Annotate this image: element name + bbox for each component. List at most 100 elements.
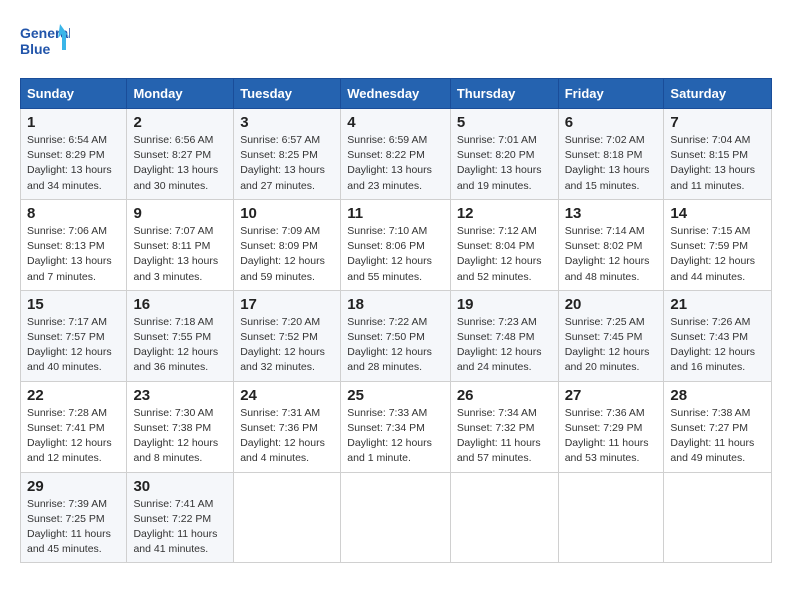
calendar-cell: 17 Sunrise: 7:20 AM Sunset: 7:52 PM Dayli… xyxy=(234,290,341,381)
day-info: Sunrise: 6:59 AM Sunset: 8:22 PM Dayligh… xyxy=(347,133,444,194)
day-number: 6 xyxy=(565,114,658,131)
calendar-cell: 3 Sunrise: 6:57 AM Sunset: 8:25 PM Daylig… xyxy=(234,109,341,200)
day-number: 25 xyxy=(347,387,444,404)
day-info: Sunrise: 7:02 AM Sunset: 8:18 PM Dayligh… xyxy=(565,133,658,194)
day-info: Sunrise: 6:57 AM Sunset: 8:25 PM Dayligh… xyxy=(240,133,334,194)
day-number: 29 xyxy=(27,478,120,495)
day-info: Sunrise: 7:36 AM Sunset: 7:29 PM Dayligh… xyxy=(565,406,658,467)
calendar-cell: 29 Sunrise: 7:39 AM Sunset: 7:25 PM Dayli… xyxy=(21,472,127,563)
day-info: Sunrise: 7:20 AM Sunset: 7:52 PM Dayligh… xyxy=(240,315,334,376)
day-info: Sunrise: 7:41 AM Sunset: 7:22 PM Dayligh… xyxy=(133,497,227,558)
day-number: 12 xyxy=(457,205,552,222)
calendar-table: SundayMondayTuesdayWednesdayThursdayFrid… xyxy=(20,78,772,563)
col-header-tuesday: Tuesday xyxy=(234,79,341,109)
calendar-cell xyxy=(234,472,341,563)
calendar-cell: 2 Sunrise: 6:56 AM Sunset: 8:27 PM Daylig… xyxy=(127,109,234,200)
day-info: Sunrise: 7:07 AM Sunset: 8:11 PM Dayligh… xyxy=(133,224,227,285)
day-info: Sunrise: 7:12 AM Sunset: 8:04 PM Dayligh… xyxy=(457,224,552,285)
day-number: 28 xyxy=(670,387,765,404)
day-info: Sunrise: 7:22 AM Sunset: 7:50 PM Dayligh… xyxy=(347,315,444,376)
logo: General Blue xyxy=(20,20,70,62)
calendar-cell: 18 Sunrise: 7:22 AM Sunset: 7:50 PM Dayli… xyxy=(341,290,451,381)
day-number: 4 xyxy=(347,114,444,131)
day-info: Sunrise: 7:34 AM Sunset: 7:32 PM Dayligh… xyxy=(457,406,552,467)
calendar-cell: 20 Sunrise: 7:25 AM Sunset: 7:45 PM Dayli… xyxy=(558,290,664,381)
calendar-cell: 28 Sunrise: 7:38 AM Sunset: 7:27 PM Dayli… xyxy=(664,381,772,472)
calendar-cell: 23 Sunrise: 7:30 AM Sunset: 7:38 PM Dayli… xyxy=(127,381,234,472)
calendar-cell: 24 Sunrise: 7:31 AM Sunset: 7:36 PM Dayli… xyxy=(234,381,341,472)
day-number: 1 xyxy=(27,114,120,131)
day-info: Sunrise: 7:31 AM Sunset: 7:36 PM Dayligh… xyxy=(240,406,334,467)
col-header-monday: Monday xyxy=(127,79,234,109)
day-number: 11 xyxy=(347,205,444,222)
calendar-cell: 5 Sunrise: 7:01 AM Sunset: 8:20 PM Daylig… xyxy=(450,109,558,200)
day-number: 3 xyxy=(240,114,334,131)
calendar-cell: 11Sunrise: 7:10 AM Sunset: 8:06 PM Dayli… xyxy=(341,199,451,290)
day-number: 19 xyxy=(457,296,552,313)
calendar-header-row: SundayMondayTuesdayWednesdayThursdayFrid… xyxy=(21,79,772,109)
col-header-sunday: Sunday xyxy=(21,79,127,109)
day-info: Sunrise: 7:23 AM Sunset: 7:48 PM Dayligh… xyxy=(457,315,552,376)
day-number: 9 xyxy=(133,205,227,222)
day-number: 21 xyxy=(670,296,765,313)
calendar-cell: 21 Sunrise: 7:26 AM Sunset: 7:43 PM Dayli… xyxy=(664,290,772,381)
day-info: Sunrise: 7:26 AM Sunset: 7:43 PM Dayligh… xyxy=(670,315,765,376)
calendar-cell: 13Sunrise: 7:14 AM Sunset: 8:02 PM Dayli… xyxy=(558,199,664,290)
day-number: 17 xyxy=(240,296,334,313)
day-info: Sunrise: 7:39 AM Sunset: 7:25 PM Dayligh… xyxy=(27,497,120,558)
calendar-cell xyxy=(558,472,664,563)
calendar-cell: 30 Sunrise: 7:41 AM Sunset: 7:22 PM Dayli… xyxy=(127,472,234,563)
calendar-cell: 16 Sunrise: 7:18 AM Sunset: 7:55 PM Dayli… xyxy=(127,290,234,381)
page-header: General Blue xyxy=(20,20,772,62)
day-number: 24 xyxy=(240,387,334,404)
day-number: 2 xyxy=(133,114,227,131)
day-info: Sunrise: 7:18 AM Sunset: 7:55 PM Dayligh… xyxy=(133,315,227,376)
calendar-cell: 4 Sunrise: 6:59 AM Sunset: 8:22 PM Daylig… xyxy=(341,109,451,200)
calendar-cell: 7Sunrise: 7:04 AM Sunset: 8:15 PM Daylig… xyxy=(664,109,772,200)
calendar-cell xyxy=(450,472,558,563)
day-info: Sunrise: 6:56 AM Sunset: 8:27 PM Dayligh… xyxy=(133,133,227,194)
day-number: 8 xyxy=(27,205,120,222)
day-number: 5 xyxy=(457,114,552,131)
calendar-cell: 22 Sunrise: 7:28 AM Sunset: 7:41 PM Dayli… xyxy=(21,381,127,472)
day-number: 18 xyxy=(347,296,444,313)
calendar-cell xyxy=(341,472,451,563)
calendar-cell: 19 Sunrise: 7:23 AM Sunset: 7:48 PM Dayli… xyxy=(450,290,558,381)
day-number: 16 xyxy=(133,296,227,313)
calendar-cell: 26Sunrise: 7:34 AM Sunset: 7:32 PM Dayli… xyxy=(450,381,558,472)
day-info: Sunrise: 7:06 AM Sunset: 8:13 PM Dayligh… xyxy=(27,224,120,285)
day-number: 7 xyxy=(670,114,765,131)
day-number: 20 xyxy=(565,296,658,313)
day-info: Sunrise: 7:17 AM Sunset: 7:57 PM Dayligh… xyxy=(27,315,120,376)
calendar-cell: 10 Sunrise: 7:09 AM Sunset: 8:09 PM Dayli… xyxy=(234,199,341,290)
day-info: Sunrise: 7:15 AM Sunset: 7:59 PM Dayligh… xyxy=(670,224,765,285)
day-number: 10 xyxy=(240,205,334,222)
calendar-week-row: 22 Sunrise: 7:28 AM Sunset: 7:41 PM Dayli… xyxy=(21,381,772,472)
day-number: 15 xyxy=(27,296,120,313)
day-number: 30 xyxy=(133,478,227,495)
calendar-cell: 9 Sunrise: 7:07 AM Sunset: 8:11 PM Daylig… xyxy=(127,199,234,290)
calendar-cell: 27 Sunrise: 7:36 AM Sunset: 7:29 PM Dayli… xyxy=(558,381,664,472)
calendar-cell: 1Sunrise: 6:54 AM Sunset: 8:29 PM Daylig… xyxy=(21,109,127,200)
calendar-week-row: 1Sunrise: 6:54 AM Sunset: 8:29 PM Daylig… xyxy=(21,109,772,200)
day-info: Sunrise: 7:28 AM Sunset: 7:41 PM Dayligh… xyxy=(27,406,120,467)
calendar-cell: 12 Sunrise: 7:12 AM Sunset: 8:04 PM Dayli… xyxy=(450,199,558,290)
calendar-week-row: 8 Sunrise: 7:06 AM Sunset: 8:13 PM Daylig… xyxy=(21,199,772,290)
calendar-cell xyxy=(664,472,772,563)
day-info: Sunrise: 7:30 AM Sunset: 7:38 PM Dayligh… xyxy=(133,406,227,467)
day-info: Sunrise: 7:01 AM Sunset: 8:20 PM Dayligh… xyxy=(457,133,552,194)
day-number: 13 xyxy=(565,205,658,222)
day-info: Sunrise: 7:33 AM Sunset: 7:34 PM Dayligh… xyxy=(347,406,444,467)
day-info: Sunrise: 7:38 AM Sunset: 7:27 PM Dayligh… xyxy=(670,406,765,467)
day-number: 22 xyxy=(27,387,120,404)
col-header-wednesday: Wednesday xyxy=(341,79,451,109)
day-number: 23 xyxy=(133,387,227,404)
calendar-cell: 25 Sunrise: 7:33 AM Sunset: 7:34 PM Dayli… xyxy=(341,381,451,472)
svg-text:Blue: Blue xyxy=(20,41,51,57)
calendar-cell: 14Sunrise: 7:15 AM Sunset: 7:59 PM Dayli… xyxy=(664,199,772,290)
calendar-week-row: 29 Sunrise: 7:39 AM Sunset: 7:25 PM Dayli… xyxy=(21,472,772,563)
day-info: Sunrise: 7:25 AM Sunset: 7:45 PM Dayligh… xyxy=(565,315,658,376)
day-info: Sunrise: 7:09 AM Sunset: 8:09 PM Dayligh… xyxy=(240,224,334,285)
col-header-thursday: Thursday xyxy=(450,79,558,109)
day-number: 27 xyxy=(565,387,658,404)
